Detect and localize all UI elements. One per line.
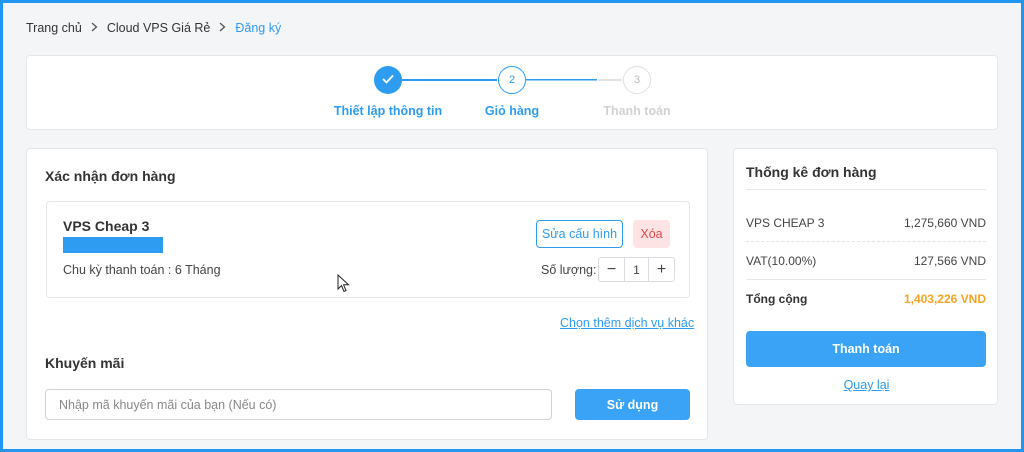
apply-promo-button[interactable]: Sử dụng — [575, 389, 690, 420]
cart-item: VPS Cheap 3 Chu kỳ thanh toán : 6 Tháng … — [46, 201, 690, 298]
summary-divider — [746, 189, 986, 190]
quantity-stepper: − 1 + — [598, 257, 675, 282]
chevron-right-icon — [91, 21, 98, 35]
order-summary-card: Thống kê đơn hàng VPS CHEAP 3 1,275,660 … — [733, 148, 998, 405]
breadcrumb-cloud-vps[interactable]: Cloud VPS Giá Rẻ — [107, 21, 211, 35]
summary-row: VAT(10.00%) 127,566 VND — [746, 254, 986, 268]
total-label: Tổng cộng — [746, 292, 808, 306]
summary-row-value: 127,566 VND — [913, 254, 986, 268]
step-1-circle — [374, 66, 402, 94]
check-icon — [382, 74, 394, 87]
quantity-increase-button[interactable]: + — [649, 258, 674, 281]
quantity-label: Số lượng: — [541, 263, 597, 277]
summary-total-row: Tổng cộng 1,403,226 VND — [746, 292, 986, 306]
delete-item-button[interactable]: Xóa — [633, 220, 670, 248]
breadcrumb-current: Đăng ký — [235, 21, 282, 35]
quantity-value[interactable]: 1 — [624, 258, 649, 281]
step-2-label: Giỏ hàng — [484, 104, 540, 118]
promo-code-input[interactable] — [45, 389, 552, 420]
order-title: Xác nhận đơn hàng — [45, 168, 176, 184]
summary-row-value: 1,275,660 VND — [903, 216, 986, 230]
step-connector-todo — [598, 79, 622, 81]
edit-config-button[interactable]: Sửa cấu hình — [536, 220, 623, 248]
summary-title: Thống kê đơn hàng — [746, 164, 877, 180]
checkout-steps: 2 3 Thiết lập thông tin Giỏ hàng Thanh t… — [26, 55, 998, 130]
summary-row: VPS CHEAP 3 1,275,660 VND — [746, 216, 986, 230]
step-1-label: Thiết lập thông tin — [333, 104, 443, 118]
summary-row-label: VAT(10.00%) — [746, 254, 817, 268]
step-3-circle: 3 — [623, 66, 651, 94]
back-link[interactable]: Quay lại — [734, 378, 999, 392]
quantity-decrease-button[interactable]: − — [599, 258, 624, 281]
order-confirmation-card: Xác nhận đơn hàng VPS Cheap 3 Chu kỳ tha… — [26, 148, 708, 440]
chevron-right-icon — [219, 21, 226, 35]
summary-row-label: VPS CHEAP 3 — [746, 216, 825, 230]
checkout-button[interactable]: Thanh toán — [746, 331, 986, 367]
page-frame: Trang chủ Cloud VPS Giá Rẻ Đăng ký 2 3 T… — [0, 0, 1024, 452]
step-connector-done — [402, 79, 497, 81]
breadcrumb-home[interactable]: Trang chủ — [26, 21, 82, 35]
item-highlight-bar — [63, 237, 163, 253]
breadcrumb: Trang chủ Cloud VPS Giá Rẻ Đăng ký — [26, 21, 281, 35]
step-3-label: Thanh toán — [603, 104, 671, 118]
item-name: VPS Cheap 3 — [63, 218, 150, 234]
mouse-cursor-icon — [337, 273, 350, 298]
total-value: 1,403,226 VND — [903, 292, 986, 306]
summary-divider — [746, 279, 986, 280]
add-more-services-link[interactable]: Chọn thêm dịch vụ khác — [560, 316, 694, 330]
promo-title: Khuyến mãi — [45, 355, 125, 371]
summary-divider — [746, 241, 986, 242]
step-2-circle: 2 — [498, 66, 526, 94]
item-billing-cycle: Chu kỳ thanh toán : 6 Tháng — [63, 263, 221, 277]
